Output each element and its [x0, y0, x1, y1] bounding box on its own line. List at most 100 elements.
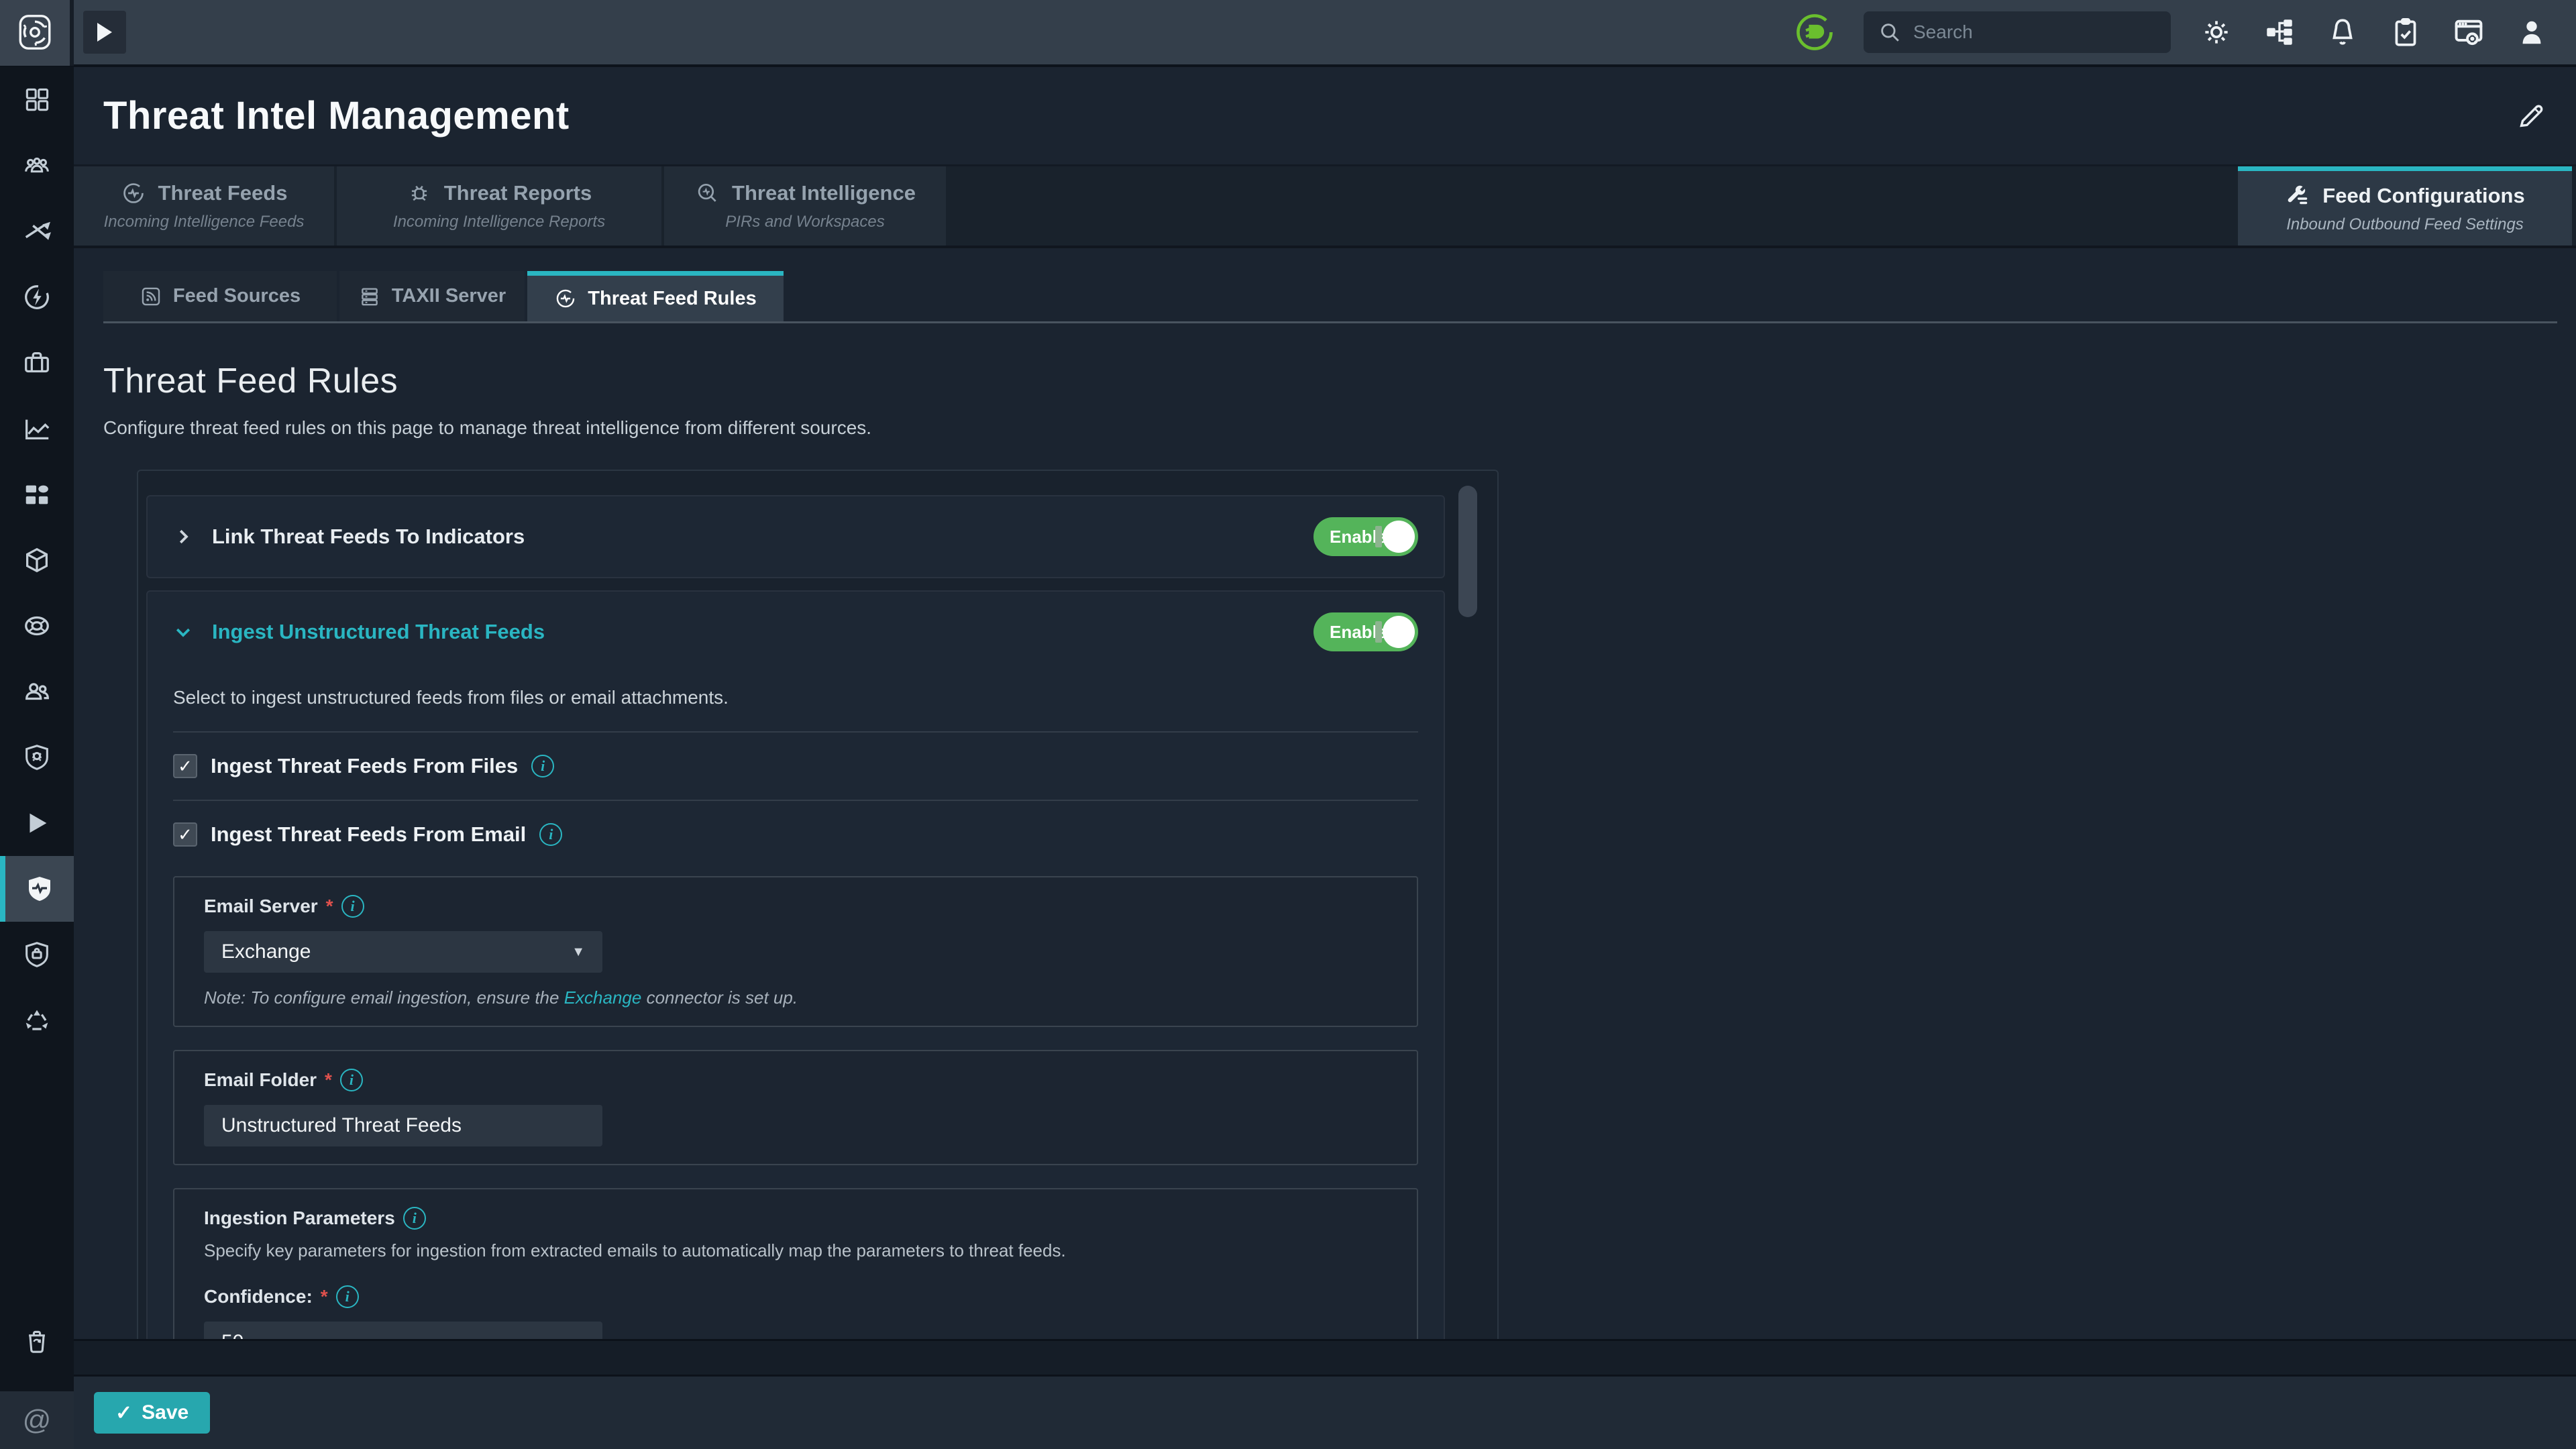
- sidebar-item-widgets[interactable]: [0, 462, 74, 527]
- app-logo[interactable]: [0, 0, 74, 66]
- exchange-connector-link[interactable]: Exchange: [564, 987, 642, 1008]
- info-icon[interactable]: i: [340, 1069, 363, 1091]
- subtab-taxii-server[interactable]: TAXII Server: [339, 271, 525, 321]
- sidebar-item-solution-packs[interactable]: [0, 527, 74, 593]
- info-icon[interactable]: i: [336, 1285, 359, 1308]
- sidebar-item-asset-protection[interactable]: [0, 922, 74, 987]
- sidebar-item-queues[interactable]: [0, 133, 74, 199]
- shield-case-icon: [21, 939, 52, 970]
- email-server-section: Email Server * i Exchange ▼ Note: To con…: [173, 876, 1418, 1027]
- email-folder-input[interactable]: [204, 1105, 602, 1146]
- note-text: connector is set up.: [641, 987, 798, 1008]
- sidebar-item-data-recycle[interactable]: [0, 987, 74, 1053]
- sub-tabs: Feed Sources TAXII Server Threat Feed Ru…: [103, 271, 2557, 323]
- main-area: Threat Intel Management Threat Feeds Inc…: [74, 67, 2576, 1351]
- sidebar-bottom-strip: @: [0, 1391, 74, 1449]
- expand-arrow-icon: [97, 23, 112, 42]
- confidence-label: Confidence:: [204, 1286, 313, 1307]
- subtab-label: Threat Feed Rules: [588, 288, 756, 310]
- files-checkbox[interactable]: ✓: [173, 754, 197, 778]
- connector-health-icon[interactable]: [1794, 11, 1835, 53]
- sidebar-item-threat-intel-management[interactable]: [0, 856, 74, 922]
- tab-threat-intelligence[interactable]: Threat Intelligence PIRs and Workspaces: [664, 166, 946, 246]
- chevron-down-icon: [173, 622, 193, 642]
- checkbox-label: Ingest Threat Feeds From Email: [211, 822, 526, 847]
- rule-body: Select to ingest unstructured feeds from…: [148, 672, 1444, 1351]
- required-asterisk: *: [321, 1286, 328, 1307]
- edit-pencil-icon[interactable]: [2516, 101, 2546, 131]
- automation-lightning-icon: [21, 282, 52, 313]
- rules-panel: Link Threat Feeds To Indicators Enabled: [137, 470, 1499, 1351]
- tab-subtitle: Inbound Outbound Feed Settings: [2286, 215, 2524, 234]
- ingestion-parameters-section: Ingestion Parameters i Specify key param…: [173, 1188, 1418, 1351]
- expand-sidebar-button[interactable]: [83, 11, 126, 54]
- sidebar-item-recycle-bin[interactable]: [0, 1308, 74, 1374]
- required-asterisk: *: [325, 1069, 332, 1091]
- checkbox-row-email: ✓ Ingest Threat Feeds From Email i: [173, 801, 1418, 868]
- email-server-note: Note: To configure email ingestion, ensu…: [204, 987, 1387, 1008]
- sidebar-item-incidents[interactable]: [0, 330, 74, 396]
- bottom-separator: [74, 1339, 2576, 1377]
- rule-header[interactable]: Link Threat Feeds To Indicators Enabled: [148, 496, 1444, 577]
- search-input[interactable]: [1913, 21, 2156, 43]
- threat-feeds-icon: [121, 180, 146, 206]
- user-profile-icon[interactable]: [2514, 15, 2549, 50]
- threat-reports-icon: [407, 180, 432, 206]
- toggle-knob: [1383, 616, 1415, 648]
- info-icon[interactable]: i: [539, 823, 562, 846]
- notifications-bell-icon[interactable]: [2325, 15, 2360, 50]
- rule-ingest-unstructured: Ingest Unstructured Threat Feeds Enabled…: [146, 590, 1445, 1351]
- check-icon: ✓: [115, 1401, 132, 1425]
- tab-label: Threat Intelligence: [732, 181, 916, 205]
- caret-down-icon: ▼: [572, 945, 585, 960]
- tasks-clipboard-icon[interactable]: [2388, 15, 2423, 50]
- tab-label: Threat Feeds: [158, 181, 288, 205]
- tab-feed-configurations[interactable]: Feed Configurations Inbound Outbound Fee…: [2238, 166, 2572, 246]
- at-sign-icon[interactable]: @: [23, 1404, 52, 1436]
- content-area: Threat Feed Rules Configure threat feed …: [74, 361, 2576, 1351]
- feed-sources-rss-icon: [140, 285, 162, 308]
- sidebar-item-routing[interactable]: [0, 199, 74, 264]
- widgets-icon: [21, 479, 52, 510]
- enabled-toggle[interactable]: Enabled: [1313, 612, 1418, 651]
- settings-gear-icon[interactable]: [2199, 15, 2234, 50]
- shuffle-routing-icon: [21, 216, 52, 247]
- save-button[interactable]: ✓ Save: [94, 1392, 210, 1434]
- soar-logo-icon: [15, 13, 54, 52]
- toggle-notch: [1375, 526, 1382, 547]
- sidebar-item-reports[interactable]: [0, 396, 74, 462]
- rule-header[interactable]: Ingest Unstructured Threat Feeds Enabled: [148, 592, 1444, 672]
- email-server-select[interactable]: Exchange ▼: [204, 931, 602, 973]
- info-icon[interactable]: i: [403, 1207, 426, 1230]
- subtab-threat-feed-rules[interactable]: Threat Feed Rules: [527, 271, 784, 321]
- note-text: Note: To configure email ingestion, ensu…: [204, 987, 564, 1008]
- page-title: Threat Intel Management: [103, 93, 570, 138]
- global-search[interactable]: [1864, 11, 2171, 53]
- playbooks-play-icon: [21, 808, 52, 839]
- subtab-feed-sources[interactable]: Feed Sources: [103, 271, 337, 321]
- sidebar-item-help[interactable]: [0, 593, 74, 659]
- section-description: Configure threat feed rules on this page…: [103, 417, 2546, 439]
- sidebar-item-dashboard[interactable]: [0, 67, 74, 133]
- info-icon[interactable]: i: [531, 755, 554, 777]
- tab-threat-feeds[interactable]: Threat Feeds Incoming Intelligence Feeds: [74, 166, 334, 246]
- email-server-label: Email Server: [204, 896, 318, 917]
- sidebar-item-playbooks[interactable]: [0, 790, 74, 856]
- checkbox-row-files: ✓ Ingest Threat Feeds From Files i: [173, 733, 1418, 801]
- email-checkbox[interactable]: ✓: [173, 822, 197, 847]
- scrollbar-thumb[interactable]: [1458, 486, 1477, 617]
- rule-link-threat-feeds: Link Threat Feeds To Indicators Enabled: [146, 495, 1445, 578]
- section-heading: Threat Feed Rules: [103, 361, 2546, 401]
- feed-configurations-wrench-icon: [2285, 183, 2310, 209]
- sidebar-item-automation[interactable]: [0, 264, 74, 330]
- sidebar-item-vulnerabilities[interactable]: [0, 724, 74, 790]
- ingestion-parameters-label: Ingestion Parameters: [204, 1208, 395, 1229]
- sitemap-icon[interactable]: [2262, 15, 2297, 50]
- enabled-toggle[interactable]: Enabled: [1313, 517, 1418, 556]
- applications-window-icon[interactable]: [2451, 15, 2486, 50]
- info-icon[interactable]: i: [341, 895, 364, 918]
- ingestion-parameters-description: Specify key parameters for ingestion fro…: [204, 1240, 1387, 1261]
- briefcase-icon: [21, 347, 52, 378]
- sidebar-item-people[interactable]: [0, 659, 74, 724]
- tab-threat-reports[interactable]: Threat Reports Incoming Intelligence Rep…: [337, 166, 661, 246]
